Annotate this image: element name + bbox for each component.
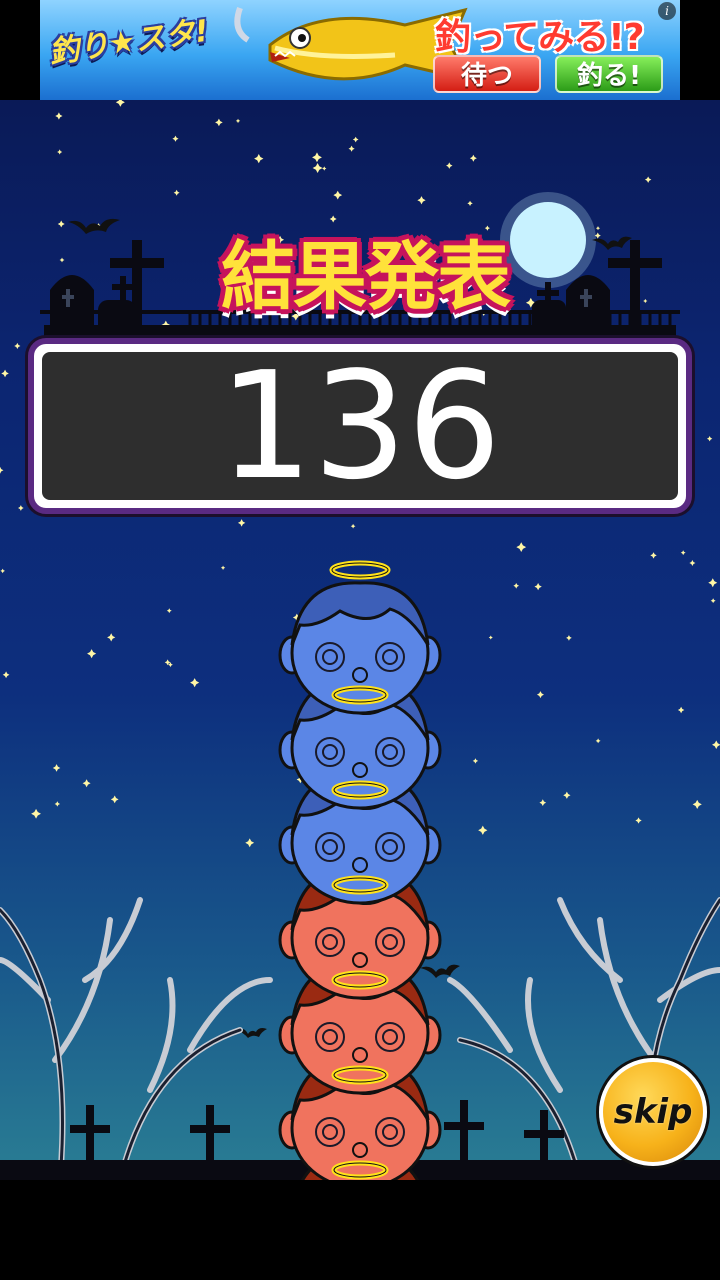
ad-logo: 釣り★スタ! <box>46 13 211 71</box>
score-panel: 136 <box>28 338 692 514</box>
ad-wait-button[interactable]: 待つ <box>433 55 541 93</box>
skip-button[interactable]: skip <box>599 1058 707 1166</box>
ad-info-icon[interactable]: i <box>658 2 676 20</box>
result-title: 結果発表 <box>221 234 511 320</box>
ad-banner[interactable]: 釣り★スタ! 釣ってみる!? 待つ 釣る! i <box>40 0 680 100</box>
ad-headline: 釣ってみる!? <box>435 17 645 58</box>
score-value: 136 <box>42 352 678 500</box>
bottom-bar <box>0 1180 720 1280</box>
halo-icon <box>329 560 391 580</box>
head-tower <box>278 560 442 1180</box>
game-scene: 結果発表 136 skip <box>0 100 720 1180</box>
ad-fish-button[interactable]: 釣る! <box>555 55 663 93</box>
zombie-head <box>278 581 442 715</box>
